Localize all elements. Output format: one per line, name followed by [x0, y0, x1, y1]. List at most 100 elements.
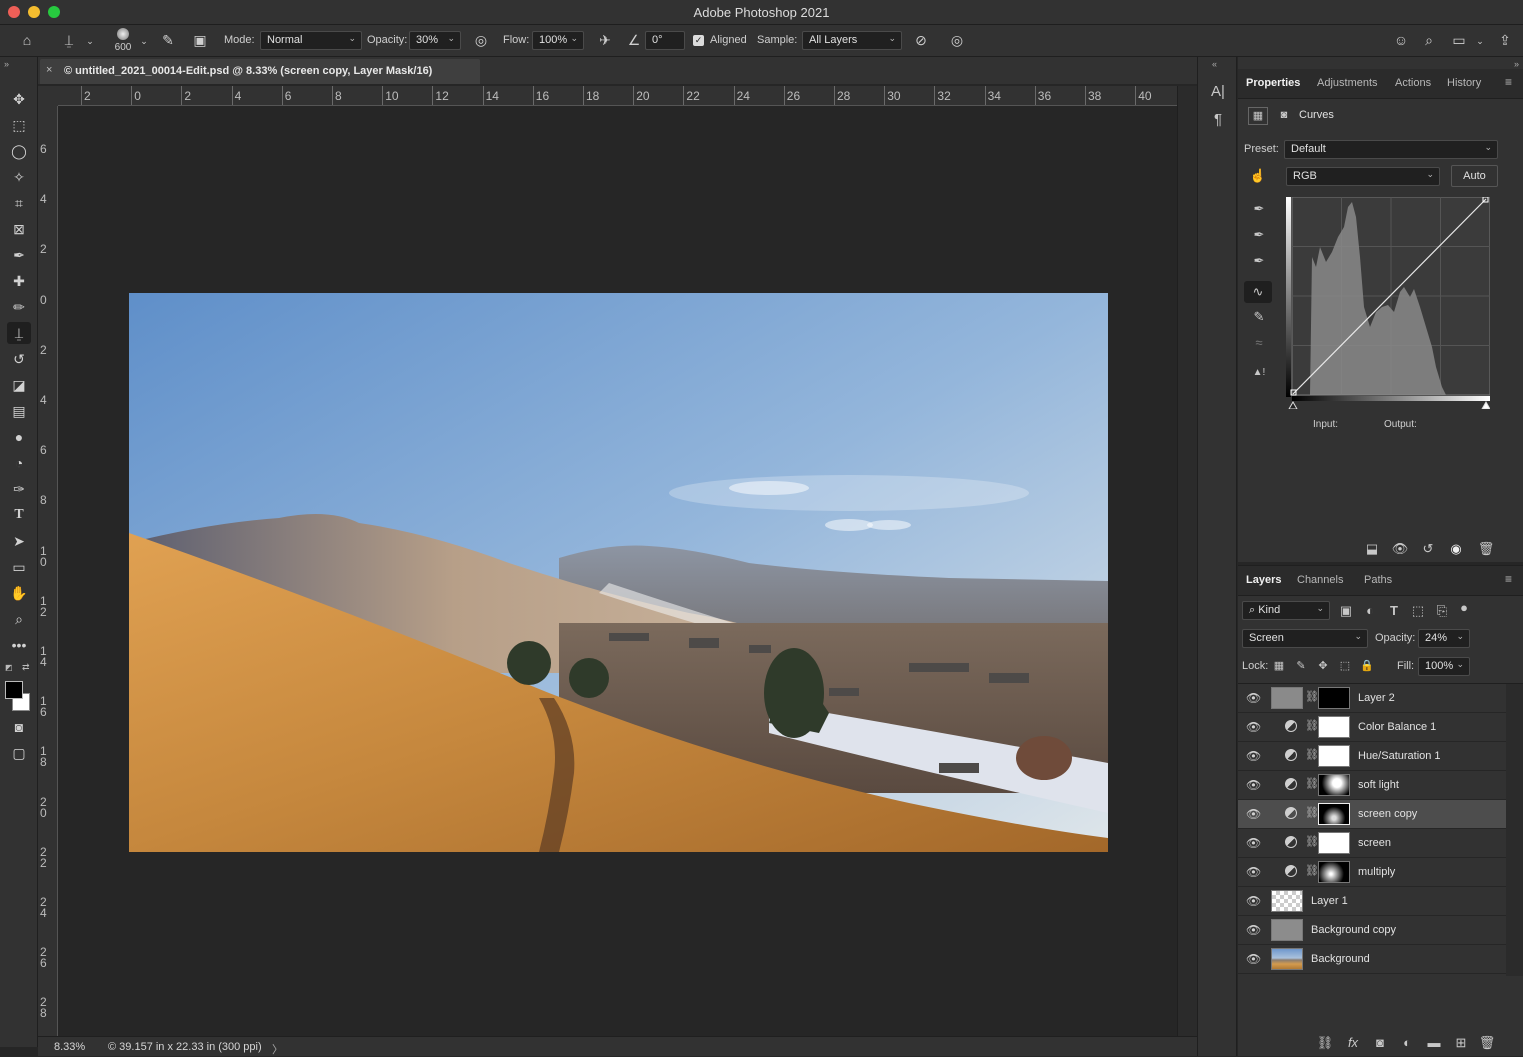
fill-field[interactable]: 100% ⌄ [1418, 657, 1470, 676]
ruler-origin[interactable] [38, 86, 58, 106]
delete-layer-icon[interactable]: 🗑 [1478, 1035, 1496, 1051]
tab-properties[interactable]: Properties [1246, 77, 1300, 89]
layer-name[interactable]: Hue/Saturation 1 [1358, 750, 1441, 762]
tab-channels[interactable]: Channels [1297, 574, 1343, 586]
panel-menu-icon[interactable]: ≡ [1505, 75, 1512, 89]
layer-row[interactable]: 👁 ⛓ soft light [1238, 771, 1506, 800]
tab-actions[interactable]: Actions [1395, 77, 1431, 89]
aligned-checkbox[interactable]: ✓ [693, 35, 704, 46]
mode-dropdown[interactable]: Normal ⌄ [260, 31, 362, 50]
dodge-tool-icon[interactable]: ◔ [7, 452, 31, 474]
home-icon[interactable]: ⌂ [16, 31, 38, 49]
blur-tool-icon[interactable]: ● [7, 426, 31, 448]
visibility-eye-icon[interactable]: 👁 [1246, 894, 1261, 908]
layer-mask-thumbnail[interactable] [1318, 803, 1350, 825]
lock-position-icon[interactable]: ✥ [1316, 658, 1330, 674]
panel-menu-icon[interactable]: ≡ [1505, 572, 1512, 586]
screen-mode-icon[interactable]: ▢ [7, 742, 31, 764]
layer-mask-thumbnail[interactable] [1318, 832, 1350, 854]
paragraph-panel-icon[interactable]: ¶ [1208, 112, 1228, 128]
character-panel-icon[interactable]: A| [1208, 84, 1228, 100]
filter-shape-icon[interactable]: ⬚ [1410, 603, 1426, 619]
visibility-eye-icon[interactable]: 👁 [1246, 778, 1261, 792]
gradient-tool-icon[interactable]: ▤ [7, 400, 31, 422]
healing-brush-tool-icon[interactable]: ✚ [7, 270, 31, 292]
filter-smart-object-icon[interactable]: ⎘ [1434, 603, 1450, 619]
mask-link-icon[interactable]: ⛓ [1305, 690, 1319, 703]
lock-image-icon[interactable]: ✎ [1294, 658, 1308, 674]
frame-tool-icon[interactable]: ⊠ [7, 218, 31, 240]
lock-artboard-icon[interactable]: ⬚ [1338, 658, 1352, 674]
brush-settings-icon[interactable]: ✎ [158, 31, 178, 49]
layer-opacity-field[interactable]: 24% ⌄ [1418, 629, 1470, 648]
visibility-eye-icon[interactable]: 👁 [1246, 691, 1261, 705]
auto-button[interactable]: Auto [1451, 165, 1498, 187]
close-icon[interactable]: × [46, 64, 52, 76]
brush-tool-icon[interactable]: ✏ [7, 296, 31, 318]
link-layers-icon[interactable]: ⛓ [1316, 1035, 1334, 1051]
rectangle-tool-icon[interactable]: ▭ [7, 556, 31, 578]
layer-row[interactable]: 👁 ⛓ Hue/Saturation 1 [1238, 742, 1506, 771]
pressure-opacity-icon[interactable]: ◎ [470, 31, 492, 49]
curve-points-icon[interactable]: ∿ [1244, 281, 1272, 303]
curves-graph[interactable] [1286, 196, 1491, 410]
quick-mask-icon[interactable]: ◙ [7, 716, 31, 738]
layer-row[interactable]: 👁 ⛓ screen copy [1238, 800, 1506, 829]
airbrush-icon[interactable]: ✈ [594, 31, 616, 49]
visibility-eye-icon[interactable]: 👁 [1246, 836, 1261, 850]
history-brush-tool-icon[interactable]: ↺ [7, 348, 31, 370]
lock-transparent-icon[interactable]: ▦ [1272, 658, 1286, 674]
visibility-eye-icon[interactable]: 👁 [1246, 865, 1261, 879]
draw-curve-pencil-icon[interactable]: ✎ [1248, 309, 1270, 325]
crop-tool-icon[interactable]: ⌗ [7, 192, 31, 214]
clip-to-layer-icon[interactable]: ⬓ [1362, 541, 1382, 557]
share-user-icon[interactable]: ☺ [1390, 31, 1412, 49]
pen-tool-icon[interactable]: ✑ [7, 478, 31, 500]
visibility-eye-icon[interactable]: 👁 [1246, 952, 1261, 966]
mask-link-icon[interactable]: ⛓ [1305, 748, 1319, 761]
filter-pixel-icon[interactable]: ▣ [1338, 603, 1354, 619]
quick-selection-tool-icon[interactable]: ✧ [7, 166, 31, 188]
zoom-tool-icon[interactable]: ⌕ [7, 608, 31, 630]
clone-stamp-preset-icon[interactable]: ⍊ [58, 31, 80, 49]
clone-stamp-tool-icon[interactable]: ⍊ [7, 322, 31, 344]
mask-link-icon[interactable]: ⛓ [1305, 806, 1319, 819]
mask-link-icon[interactable]: ⛓ [1305, 719, 1319, 732]
layer-style-fx-icon[interactable]: fx [1344, 1035, 1362, 1051]
type-tool-icon[interactable]: T [7, 504, 31, 526]
canvas-vertical-scrollbar[interactable] [1177, 86, 1197, 1036]
move-tool-icon[interactable]: ✥ [7, 88, 31, 110]
channel-dropdown[interactable]: RGB ⌄ [1286, 167, 1440, 186]
sample-dropdown[interactable]: All Layers ⌄ [802, 31, 902, 50]
visibility-eye-icon[interactable]: 👁 [1246, 923, 1261, 937]
opacity-field[interactable]: 30% ⌄ [409, 31, 461, 50]
layer-name[interactable]: screen [1358, 837, 1391, 849]
status-menu-arrow-icon[interactable]: 〉 [272, 1041, 283, 1057]
targeted-adjustment-icon[interactable]: ☝ [1246, 168, 1270, 184]
collapse-toolbar-icon[interactable]: » [4, 59, 9, 69]
layer-name[interactable]: Background [1311, 953, 1370, 965]
layer-row[interactable]: 👁 Background copy [1238, 916, 1506, 945]
default-colors-icon[interactable]: ◩ [5, 663, 13, 672]
layer-row[interactable]: 👁 Background [1238, 945, 1506, 974]
layer-mask-thumbnail[interactable] [1318, 716, 1350, 738]
eraser-tool-icon[interactable]: ◪ [7, 374, 31, 396]
layer-row[interactable]: 👁 ⛓ screen [1238, 829, 1506, 858]
foreground-color-swatch[interactable] [5, 681, 23, 699]
swap-colors-icon[interactable]: ⇄ [22, 662, 30, 673]
layer-row[interactable]: 👁 ⛓ Layer 2 [1238, 684, 1506, 713]
share-icon[interactable]: ⇪ [1494, 31, 1516, 49]
layer-mask-icon[interactable]: ◙ [1274, 107, 1294, 125]
clipping-warning-icon[interactable]: ▲! [1246, 365, 1272, 381]
chevron-down-icon[interactable]: ⌄ [84, 32, 96, 50]
layer-name[interactable]: soft light [1358, 779, 1399, 791]
layer-thumbnail[interactable] [1271, 890, 1303, 912]
visibility-eye-icon[interactable]: 👁 [1246, 807, 1261, 821]
layer-row[interactable]: 👁 ⛓ multiply [1238, 858, 1506, 887]
lock-all-icon[interactable]: 🔒 [1360, 658, 1374, 674]
add-mask-icon[interactable]: ◙ [1371, 1035, 1389, 1051]
blend-mode-dropdown[interactable]: Screen ⌄ [1242, 629, 1368, 648]
workspace-icon[interactable]: ▭ [1448, 31, 1470, 49]
ignore-adjustment-layers-icon[interactable]: ⊘ [910, 31, 932, 49]
brush-preview-icon[interactable] [117, 28, 129, 40]
